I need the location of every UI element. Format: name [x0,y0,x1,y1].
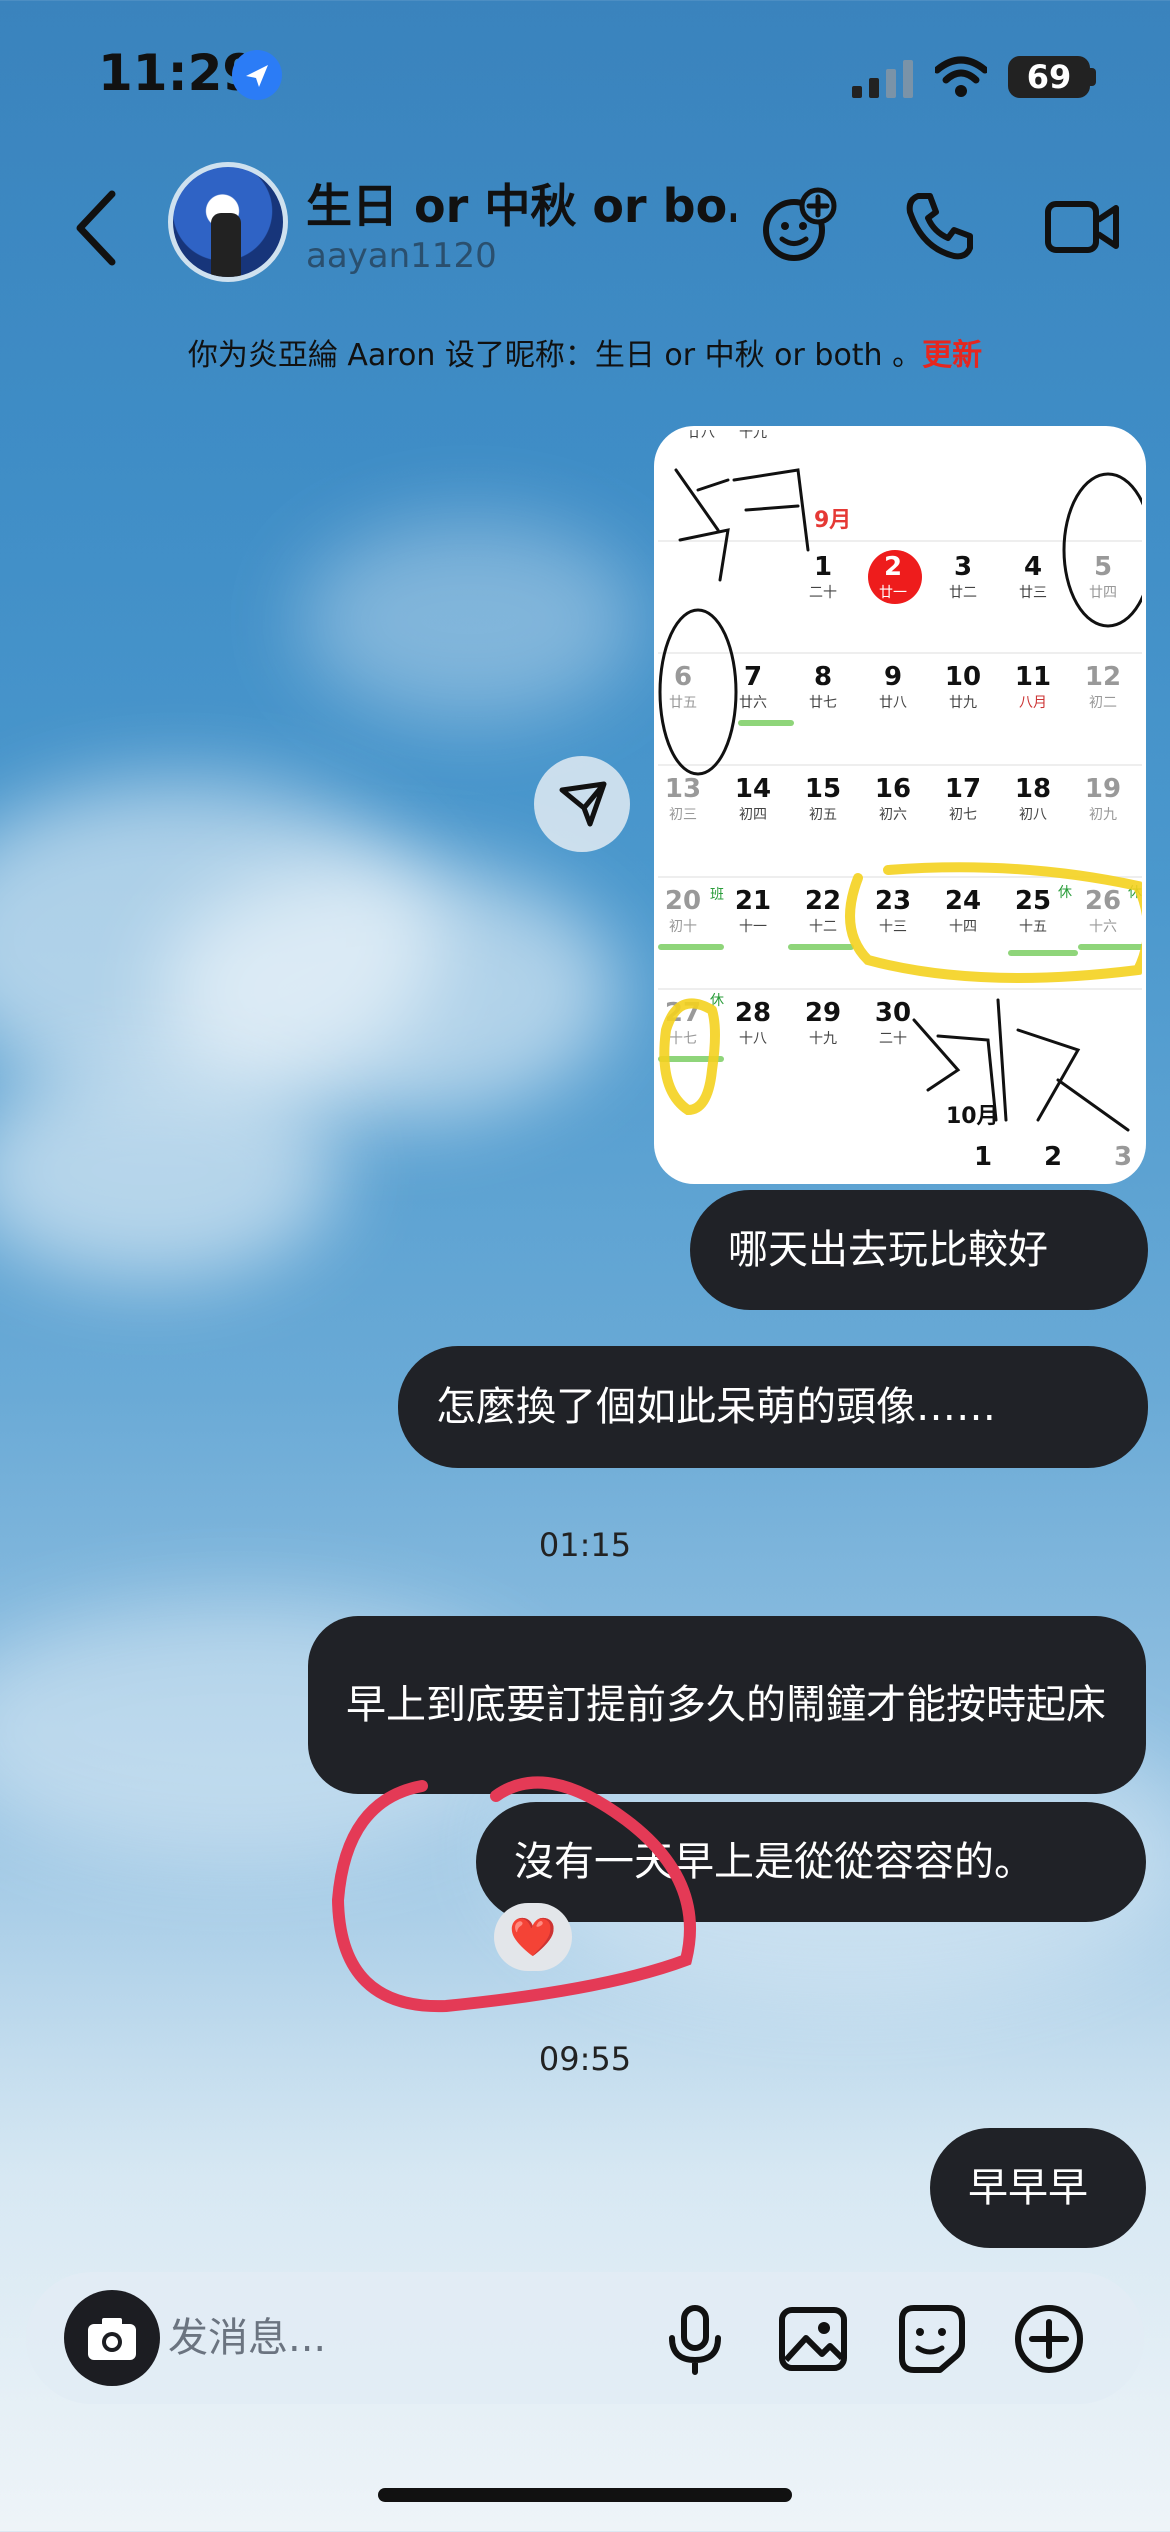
gallery-icon[interactable] [774,2300,852,2378]
message-composer [26,2272,1144,2404]
back-icon[interactable] [72,188,122,268]
share-button[interactable] [534,756,630,852]
status-bar: 11:29 69 [0,0,1170,140]
chat-title[interactable]: 生日 or 中秋 or bo… [306,170,736,236]
video-icon[interactable] [1042,186,1122,266]
send-icon [559,781,607,827]
nickname-notice: 你为炎亞綸 Aaron 设了昵称：生日 or 中秋 or both 。更新 [0,330,1170,374]
message-bubble[interactable]: 怎麼換了個如此呆萌的頭像…… [398,1346,1148,1468]
message-timestamp: 09:55 [538,2040,632,2078]
message-text: 早早早 [968,2165,1088,2211]
update-link[interactable]: 更新 [922,338,982,373]
message-input[interactable] [168,2306,648,2370]
avatar[interactable] [168,162,288,282]
home-indicator[interactable] [378,2488,792,2502]
effects-icon[interactable] [760,186,840,266]
notice-text: 你为炎亞綸 Aaron 设了昵称：生日 or 中秋 or both 。 [187,338,923,373]
add-icon[interactable] [1010,2300,1088,2378]
message-bubble[interactable]: 哪天出去玩比較好 [690,1190,1148,1310]
red-circle-annotation [331,1776,696,2013]
battery-icon: 69 [1008,56,1090,98]
camera-icon [88,2318,136,2360]
message-bubble[interactable]: 早早早 [930,2128,1146,2248]
location-arrow-icon [232,50,282,100]
sticker-icon[interactable] [892,2300,970,2378]
signal-icon [852,60,913,98]
message-text: 哪天出去玩比較好 [728,1227,1048,1273]
message-text: 怎麼換了個如此呆萌的頭像…… [436,1384,996,1430]
camera-button[interactable] [64,2290,160,2386]
wifi-icon [935,56,987,97]
microphone-icon[interactable] [656,2300,734,2378]
battery-cap [1090,68,1096,86]
chat-username[interactable]: aayan1120 [306,236,497,276]
message-text: 早上到底要訂提前多久的鬧鐘才能按時起床 [346,1682,1106,1728]
message-timestamp: 01:15 [538,1526,632,1564]
shared-calendar-image[interactable]: 廿八 十九 9月 2 廿一 1 二十 3 廿二 4 廿三 5 廿四 6 廿五 7 廿六 8 廿七… [654,426,1146,1184]
handwriting-overlay [658,468,1142,1132]
phone-icon[interactable] [900,186,980,266]
